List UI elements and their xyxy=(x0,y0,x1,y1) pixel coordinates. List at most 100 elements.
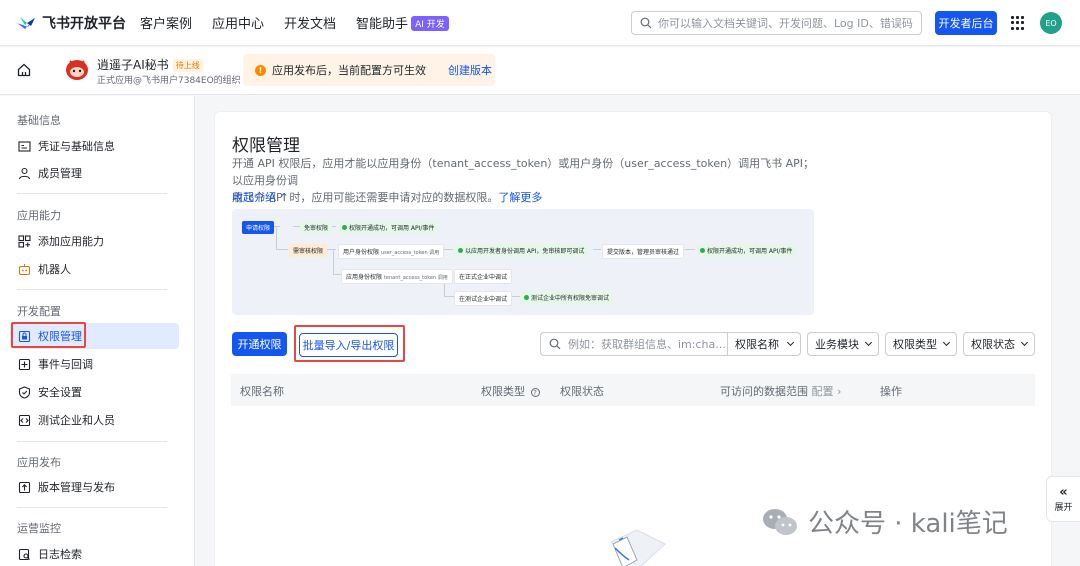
wechat-watermark: 公众号 · kali笔记 xyxy=(760,503,1008,540)
flow-test-result: 测试企业中所有权限免审调试 xyxy=(520,291,614,304)
flow-app-permission-text: 应用身份权限 xyxy=(346,274,383,281)
flow-free-result-text: 权限开通成功，可调用 API/事件 xyxy=(349,225,435,232)
open-permission-button[interactable]: 开通权限 xyxy=(232,332,287,356)
robot-icon xyxy=(18,263,31,276)
sidebar-item-label: 添加应用能力 xyxy=(38,235,104,248)
user-icon xyxy=(18,167,31,180)
app-name: 逍遥子AI秘书 待上线 xyxy=(97,56,203,73)
column-actions: 操作 xyxy=(880,385,902,398)
filter-permission-status[interactable]: 权限状态 xyxy=(963,332,1035,356)
flow-submit-version: 提交版本，管理员审核通过 xyxy=(602,244,685,259)
nav-ai-assistant[interactable]: 智能助手 AI 开发 xyxy=(356,13,449,32)
filter-label: 业务模块 xyxy=(815,338,859,351)
flow-dev-call-text: 以应用开发者身份调用 API，免审核即可调试 xyxy=(465,248,585,255)
column-data-scope: 可访问的数据范围 配置 › xyxy=(720,383,841,399)
app-name-text: 逍遥子AI秘书 xyxy=(97,58,169,72)
search-icon xyxy=(549,338,561,350)
permission-search-placeholder: 例如：获取群组信息、im:cha... xyxy=(568,338,726,351)
check-icon xyxy=(524,295,529,300)
sidebar-item-label: 机器人 xyxy=(38,263,71,276)
flow-formal-tenant: 在正式企业中调试 xyxy=(454,269,513,284)
chevron-right-icon: › xyxy=(837,385,842,398)
learn-more-link[interactable]: 了解更多 xyxy=(498,191,542,204)
sidebar-group-capabilities: 应用能力 xyxy=(17,209,61,222)
flow-user-permission-text: 用户身份权限 xyxy=(343,249,380,256)
app-organization: 正式应用@飞书用户7384EO的组织 xyxy=(97,76,241,86)
sidebar-item-security[interactable]: 安全设置 xyxy=(10,379,179,405)
collapse-intro-label: 收起介绍 xyxy=(232,191,276,204)
watermark-text: 公众号 · kali笔记 xyxy=(808,509,1008,539)
flow-app-permission: 应用身份权限 tenant_access_token 调用 xyxy=(341,269,453,284)
sidebar-item-label: 日志检索 xyxy=(38,548,82,561)
permission-search-input[interactable]: 例如：获取群组信息、im:cha... xyxy=(540,332,728,356)
user-avatar[interactable]: EO xyxy=(1040,12,1062,34)
flow-final-result: 权限开通成功，可调用 API/事件 xyxy=(696,244,797,257)
chevron-down-icon xyxy=(942,338,951,347)
create-version-link[interactable]: 创建版本 xyxy=(448,62,492,78)
column-permission-status: 权限状态 xyxy=(560,385,604,398)
nav-customer-cases[interactable]: 客户案例 xyxy=(140,13,192,32)
apps-grid-icon[interactable] xyxy=(1011,16,1025,30)
shield-icon xyxy=(18,385,31,399)
filter-permission-type[interactable]: 权限类型 xyxy=(885,332,957,356)
permission-flow-diagram: 申请权限 免审权限 权限开通成功，可调用 API/事件 需审核权限 用户身份权限… xyxy=(232,209,814,315)
wechat-icon xyxy=(763,508,797,535)
chevron-down-icon xyxy=(864,338,873,347)
nav-ai-assistant-label: 智能助手 xyxy=(356,17,409,32)
ai-badge: AI 开发 xyxy=(411,16,449,31)
sidebar-item-events[interactable]: 事件与回调 xyxy=(10,351,179,377)
empty-state-illustration xyxy=(610,529,666,566)
sidebar-item-label: 成员管理 xyxy=(38,167,82,180)
flow-free-result: 权限开通成功，可调用 API/事件 xyxy=(338,221,439,234)
flow-user-permission: 用户身份权限 user_access_token 调用 xyxy=(338,244,445,259)
chevron-down-icon xyxy=(1020,338,1029,347)
flow-review-permission: 需审核权限 xyxy=(289,244,328,257)
home-icon[interactable] xyxy=(17,63,31,77)
feishu-logo[interactable]: 飞书开放平台 xyxy=(16,13,140,33)
filter-label: 权限状态 xyxy=(971,338,1015,351)
flow-free-permission: 免审权限 xyxy=(300,221,333,234)
publish-notice-banner: ! 应用发布后，当前配置方可生效 创建版本 xyxy=(243,54,495,86)
sidebar-divider xyxy=(17,193,167,194)
permission-description: 开通 API 权限后，应用才能以应用身份（tenant_access_token… xyxy=(232,155,818,206)
doc-search-placeholder: 你可以输入文档关键词、开发问题、Log ID、错误码 xyxy=(658,17,913,30)
id-card-icon xyxy=(18,140,31,153)
column-data-scope-label: 可访问的数据范围 xyxy=(720,385,808,398)
sidebar-item-test-tenant[interactable]: 测试企业和人员 xyxy=(10,407,179,433)
sidebar-item-add-capability[interactable]: 添加应用能力 xyxy=(10,228,179,254)
check-icon xyxy=(458,248,463,253)
chevron-up-icon: ⌃ xyxy=(279,191,289,204)
sidebar-item-label: 版本管理与发布 xyxy=(38,481,115,494)
sidebar-divider xyxy=(17,441,167,442)
upload-icon xyxy=(18,481,31,494)
highlight-box xyxy=(294,325,405,362)
sidebar-group-dev-config: 开发配置 xyxy=(17,305,61,318)
filter-business-module[interactable]: 业务模块 xyxy=(807,332,879,356)
sidebar-item-credentials[interactable]: 凭证与基础信息 xyxy=(10,133,179,159)
doc-search-input[interactable]: 你可以输入文档关键词、开发问题、Log ID、错误码 xyxy=(631,11,922,35)
nav-app-center[interactable]: 应用中心 xyxy=(212,13,264,32)
search-icon xyxy=(640,17,652,29)
collapse-intro-toggle[interactable]: 收起介绍 ⌃ xyxy=(232,189,289,205)
configure-link[interactable]: 配置 › xyxy=(812,385,842,398)
apps-add-icon xyxy=(18,234,31,248)
developer-console-button[interactable]: 开发者后台 xyxy=(935,11,997,35)
configure-label: 配置 xyxy=(811,385,834,398)
sidebar-group-monitor: 运营监控 xyxy=(17,522,61,535)
flow-apply-permission: 申请权限 xyxy=(242,221,275,234)
expand-panel-tab[interactable]: « 展开 xyxy=(1046,476,1080,522)
sidebar-item-members[interactable]: 成员管理 xyxy=(10,160,179,186)
sidebar-item-logs[interactable]: 日志检索 xyxy=(10,541,179,566)
sidebar-item-versions[interactable]: 版本管理与发布 xyxy=(10,474,179,500)
filter-permission-name[interactable]: 权限名称 xyxy=(727,332,801,356)
check-icon xyxy=(342,225,347,230)
help-icon[interactable]: ? xyxy=(530,388,540,397)
column-permission-name: 权限名称 xyxy=(240,385,284,398)
chevron-down-icon xyxy=(786,338,795,347)
code-icon xyxy=(18,414,31,427)
permission-table-header: 权限名称 权限类型 ? 权限状态 可访问的数据范围 配置 › 操作 xyxy=(231,374,1035,406)
sidebar-item-bot[interactable]: 机器人 xyxy=(10,256,179,282)
app-status-badge: 待上线 xyxy=(172,59,203,72)
nav-dev-docs[interactable]: 开发文档 xyxy=(284,13,336,32)
event-icon xyxy=(18,358,31,371)
